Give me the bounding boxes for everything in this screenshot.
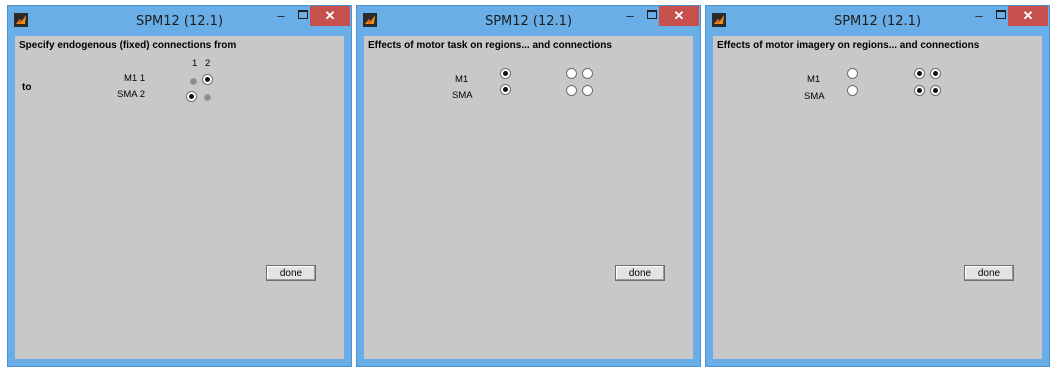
row-label-m1: M1 bbox=[807, 74, 821, 85]
row-label-m1: M1 1 bbox=[124, 73, 146, 84]
radio-m1-connection-2[interactable] bbox=[930, 68, 941, 79]
maximize-icon[interactable] bbox=[643, 9, 659, 25]
maximize-icon[interactable] bbox=[992, 9, 1008, 25]
column-header-2: 2 bbox=[205, 58, 211, 69]
close-icon[interactable]: ✕ bbox=[310, 6, 350, 26]
done-button[interactable]: done bbox=[615, 265, 665, 281]
radio-m1-from-1[interactable] bbox=[190, 78, 197, 85]
close-icon[interactable]: ✕ bbox=[659, 6, 699, 26]
window-client-area: Effects of motor imagery on regions... a… bbox=[713, 36, 1042, 359]
maximize-icon[interactable] bbox=[294, 9, 310, 25]
radio-sma-region[interactable] bbox=[500, 84, 511, 95]
title-bar[interactable]: SPM12 (12.1) – ✕ bbox=[357, 6, 700, 36]
row-label-sma: SMA 2 bbox=[117, 89, 145, 100]
radio-sma-connection-2[interactable] bbox=[582, 85, 593, 96]
window-endogenous-connections: SPM12 (12.1) – ✕ Specify endogenous (fix… bbox=[7, 5, 352, 367]
page-heading: Effects of motor task on regions... and … bbox=[368, 40, 612, 51]
close-icon[interactable]: ✕ bbox=[1008, 6, 1048, 26]
radio-m1-connection-1[interactable] bbox=[566, 68, 577, 79]
done-button[interactable]: done bbox=[964, 265, 1014, 281]
window-client-area: Specify endogenous (fixed) connections f… bbox=[15, 36, 344, 359]
radio-m1-region[interactable] bbox=[847, 68, 858, 79]
window-motor-imagery-effects: SPM12 (12.1) – ✕ Effects of motor imager… bbox=[705, 5, 1050, 367]
row-label-m1: M1 bbox=[455, 74, 469, 85]
radio-sma-connection-1[interactable] bbox=[914, 85, 925, 96]
title-bar[interactable]: SPM12 (12.1) – ✕ bbox=[8, 6, 351, 36]
radio-sma-region[interactable] bbox=[847, 85, 858, 96]
page-heading: Effects of motor imagery on regions... a… bbox=[717, 40, 980, 51]
title-bar[interactable]: SPM12 (12.1) – ✕ bbox=[706, 6, 1049, 36]
radio-m1-connection-1[interactable] bbox=[914, 68, 925, 79]
radio-m1-from-2[interactable] bbox=[202, 74, 213, 85]
radio-sma-from-1[interactable] bbox=[186, 91, 197, 102]
done-button[interactable]: done bbox=[266, 265, 316, 281]
window-motor-task-effects: SPM12 (12.1) – ✕ Effects of motor task o… bbox=[356, 5, 701, 367]
row-label-sma: SMA bbox=[804, 91, 825, 102]
minimize-icon[interactable]: – bbox=[971, 9, 987, 25]
to-label: to bbox=[22, 82, 32, 93]
radio-m1-region[interactable] bbox=[500, 68, 511, 79]
radio-sma-connection-2[interactable] bbox=[930, 85, 941, 96]
minimize-icon[interactable]: – bbox=[273, 9, 289, 25]
radio-sma-connection-1[interactable] bbox=[566, 85, 577, 96]
radio-sma-from-2[interactable] bbox=[204, 94, 211, 101]
page-heading: Specify endogenous (fixed) connections f… bbox=[19, 40, 237, 51]
radio-m1-connection-2[interactable] bbox=[582, 68, 593, 79]
column-header-1: 1 bbox=[192, 58, 198, 69]
row-label-sma: SMA bbox=[452, 90, 473, 101]
minimize-icon[interactable]: – bbox=[622, 9, 638, 25]
window-client-area: Effects of motor task on regions... and … bbox=[364, 36, 693, 359]
